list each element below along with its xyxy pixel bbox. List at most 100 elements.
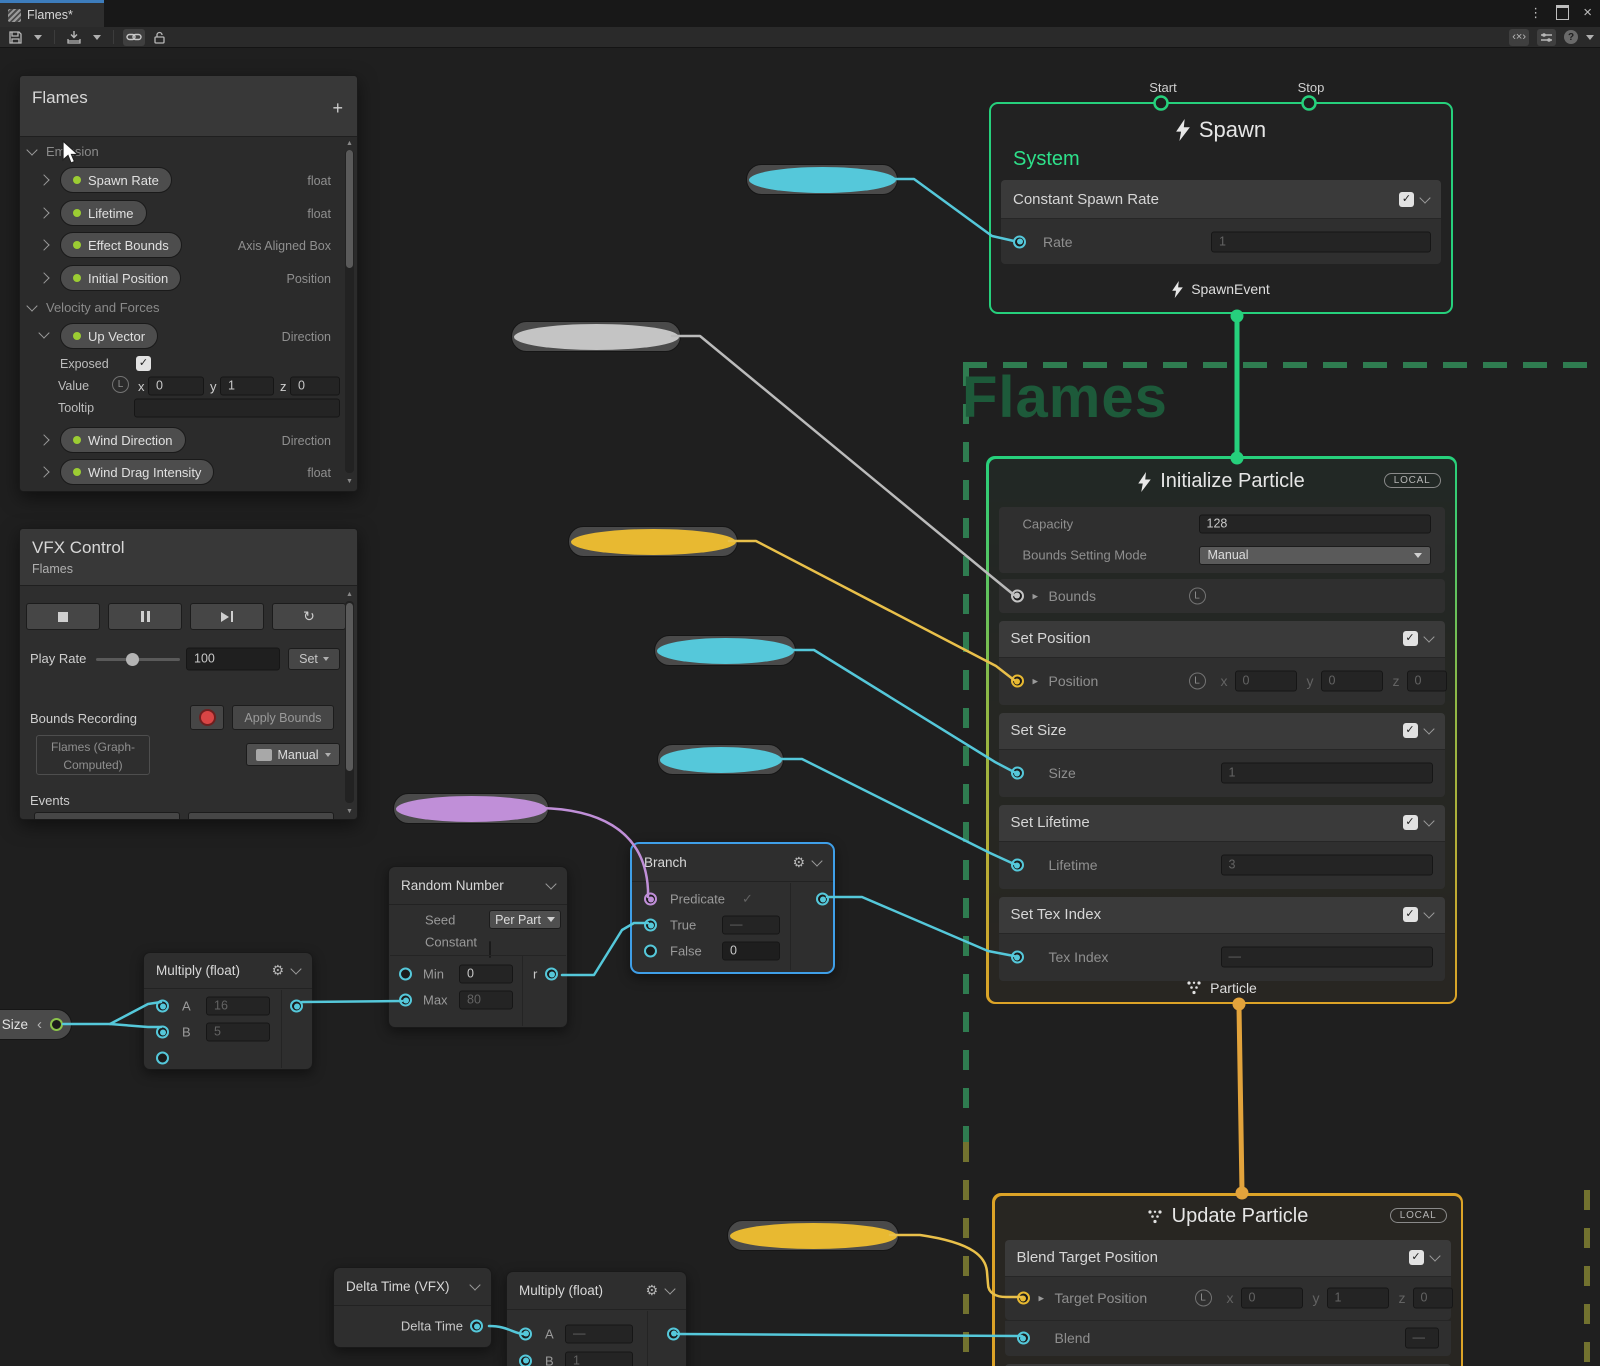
node-multiply-1[interactable]: Multiply (float) ⚙ A 16 B 5 (143, 952, 313, 1070)
set-button[interactable]: Set (288, 648, 340, 670)
node-delta-time[interactable]: Delta Time (VFX) Delta Time (333, 1267, 492, 1348)
chevron-down-icon[interactable] (1429, 1250, 1440, 1261)
input-a-field[interactable]: 16 (206, 997, 270, 1016)
window-menu-icon[interactable]: ⋮ (1529, 5, 1542, 21)
position-y-field[interactable]: 0 (1321, 671, 1383, 692)
chevron-down-icon[interactable] (545, 878, 556, 889)
local-space-icon[interactable]: L (1195, 1290, 1212, 1307)
record-button[interactable] (190, 705, 224, 730)
chevron-right-icon[interactable] (38, 239, 49, 250)
block-constant-spawn-rate[interactable]: Constant Spawn Rate (1001, 180, 1441, 218)
context-spawn[interactable]: Start Stop Spawn System Constant Spawn R… (989, 102, 1453, 314)
param-node-lifetime[interactable]: Lifetime (657, 744, 784, 775)
expand-icon[interactable] (1033, 589, 1039, 602)
capacity-field[interactable]: 128 (1199, 514, 1431, 533)
chevron-down-icon[interactable] (26, 300, 37, 311)
false-field[interactable]: 0 (722, 942, 780, 961)
save-as-dropdown-icon[interactable] (90, 29, 104, 46)
true-field[interactable]: — (722, 916, 780, 935)
param-node-size-clipped[interactable]: Size (0, 1009, 72, 1040)
tooltip-field[interactable] (134, 399, 340, 418)
input-b-field[interactable]: 1 (565, 1351, 633, 1366)
predicate-port[interactable] (644, 893, 657, 906)
scroll-up-icon[interactable]: ▲ (345, 591, 354, 598)
tab-flames[interactable]: Flames* (0, 0, 104, 27)
property-pill[interactable]: Effect Bounds (60, 232, 182, 258)
lock-icon[interactable] (151, 29, 168, 46)
multiply1-extra-port[interactable] (156, 1052, 169, 1065)
true-port[interactable] (644, 919, 657, 932)
property-pill[interactable]: Spawn Rate (60, 167, 172, 193)
block-set-tex-index[interactable]: Set Tex Index (999, 897, 1445, 933)
bounds-mode-dropdown[interactable]: Manual (246, 743, 340, 766)
gear-icon[interactable]: ⚙ (645, 1282, 658, 1299)
value-x-field[interactable]: 0 (148, 377, 204, 396)
block-enabled-checkbox[interactable] (1403, 631, 1418, 646)
param-node-effect-bounds[interactable]: Effect Bounds (511, 321, 681, 352)
collapse-icon[interactable] (37, 1016, 42, 1033)
stop-button[interactable] (26, 603, 100, 630)
blend-field[interactable]: — (1405, 1328, 1439, 1349)
play-rate-slider[interactable] (96, 658, 180, 661)
chevron-down-icon[interactable] (1419, 192, 1430, 203)
lifetime-field[interactable]: 3 (1221, 855, 1433, 876)
multiply2-b-port[interactable] (519, 1354, 532, 1366)
param-node-use-flipbook[interactable]: Use Flipbook (393, 793, 549, 824)
settings-sliders-icon[interactable] (1537, 29, 1556, 46)
chevron-down-icon[interactable] (1423, 815, 1434, 826)
chevron-down-icon[interactable] (1423, 723, 1434, 734)
restart-button[interactable]: ↻ (272, 603, 346, 630)
node-multiply-2[interactable]: Multiply (float) ⚙ A — B 1 (506, 1271, 687, 1366)
local-space-icon[interactable]: L (1189, 673, 1206, 690)
node-random-number[interactable]: Random Number Seed Per Part Constant Min… (388, 866, 568, 1028)
param-node-initial-position[interactable]: Initial Position (568, 526, 738, 557)
tex-index-field[interactable]: — (1221, 947, 1433, 968)
chevron-right-icon[interactable] (38, 207, 49, 218)
maximize-icon[interactable] (1556, 5, 1569, 20)
false-port[interactable] (644, 945, 657, 958)
slider-knob[interactable] (126, 653, 139, 666)
block-set-lifetime[interactable]: Set Lifetime (999, 805, 1445, 841)
max-field[interactable]: 80 (459, 991, 513, 1010)
rate-field[interactable]: 1 (1211, 231, 1431, 252)
value-z-field[interactable]: 0 (290, 377, 340, 396)
property-pill[interactable]: Up Vector (60, 323, 158, 349)
param-node-wind-direction[interactable]: Wind Direction (727, 1220, 899, 1251)
multiply2-out-port[interactable] (667, 1327, 680, 1340)
param-out-port[interactable] (870, 173, 883, 186)
size-port[interactable] (1011, 767, 1024, 780)
expand-icon[interactable] (1033, 675, 1039, 688)
param-node-initial-size[interactable]: Initial Size (654, 635, 796, 666)
param-out-port[interactable] (645, 330, 658, 343)
block-enabled-checkbox[interactable] (1409, 1250, 1424, 1265)
block-set-size[interactable]: Set Size (999, 713, 1445, 749)
target-y-field[interactable]: 1 (1327, 1288, 1389, 1309)
scroll-up-icon[interactable]: ▲ (345, 140, 354, 147)
pause-button[interactable] (108, 603, 182, 630)
target-x-field[interactable]: 0 (1241, 1288, 1303, 1309)
input-a-field[interactable]: — (565, 1324, 633, 1343)
close-icon[interactable]: × (1583, 4, 1592, 21)
onplay-button[interactable]: OnPlay (34, 812, 180, 820)
chevron-right-icon[interactable] (38, 174, 49, 185)
property-pill[interactable]: Wind Direction (60, 427, 186, 453)
size-field[interactable]: 1 (1221, 763, 1433, 784)
link-icon[interactable] (123, 29, 145, 46)
block-enabled-checkbox[interactable] (1403, 723, 1418, 738)
property-pill[interactable]: Wind Drag Intensity (60, 459, 214, 485)
position-port[interactable] (1011, 675, 1024, 688)
seed-dropdown[interactable]: Per Part (489, 910, 561, 929)
onstop-button[interactable]: OnStop (188, 812, 334, 820)
code-view-icon[interactable]: ‹×› (1509, 29, 1529, 46)
property-pill[interactable]: Initial Position (60, 265, 181, 291)
save-as-icon[interactable] (64, 29, 84, 46)
param-out-port[interactable] (766, 644, 779, 657)
add-property-button[interactable]: + (332, 98, 343, 119)
chevron-right-icon[interactable] (38, 466, 49, 477)
tex-index-port[interactable] (1011, 951, 1024, 964)
help-icon[interactable]: ? (1564, 30, 1578, 44)
vfx-control-scrollbar[interactable] (345, 601, 354, 803)
local-space-icon[interactable]: L (1189, 587, 1206, 604)
play-rate-field[interactable]: 100 (186, 648, 280, 671)
chevron-down-icon[interactable] (1423, 907, 1434, 918)
